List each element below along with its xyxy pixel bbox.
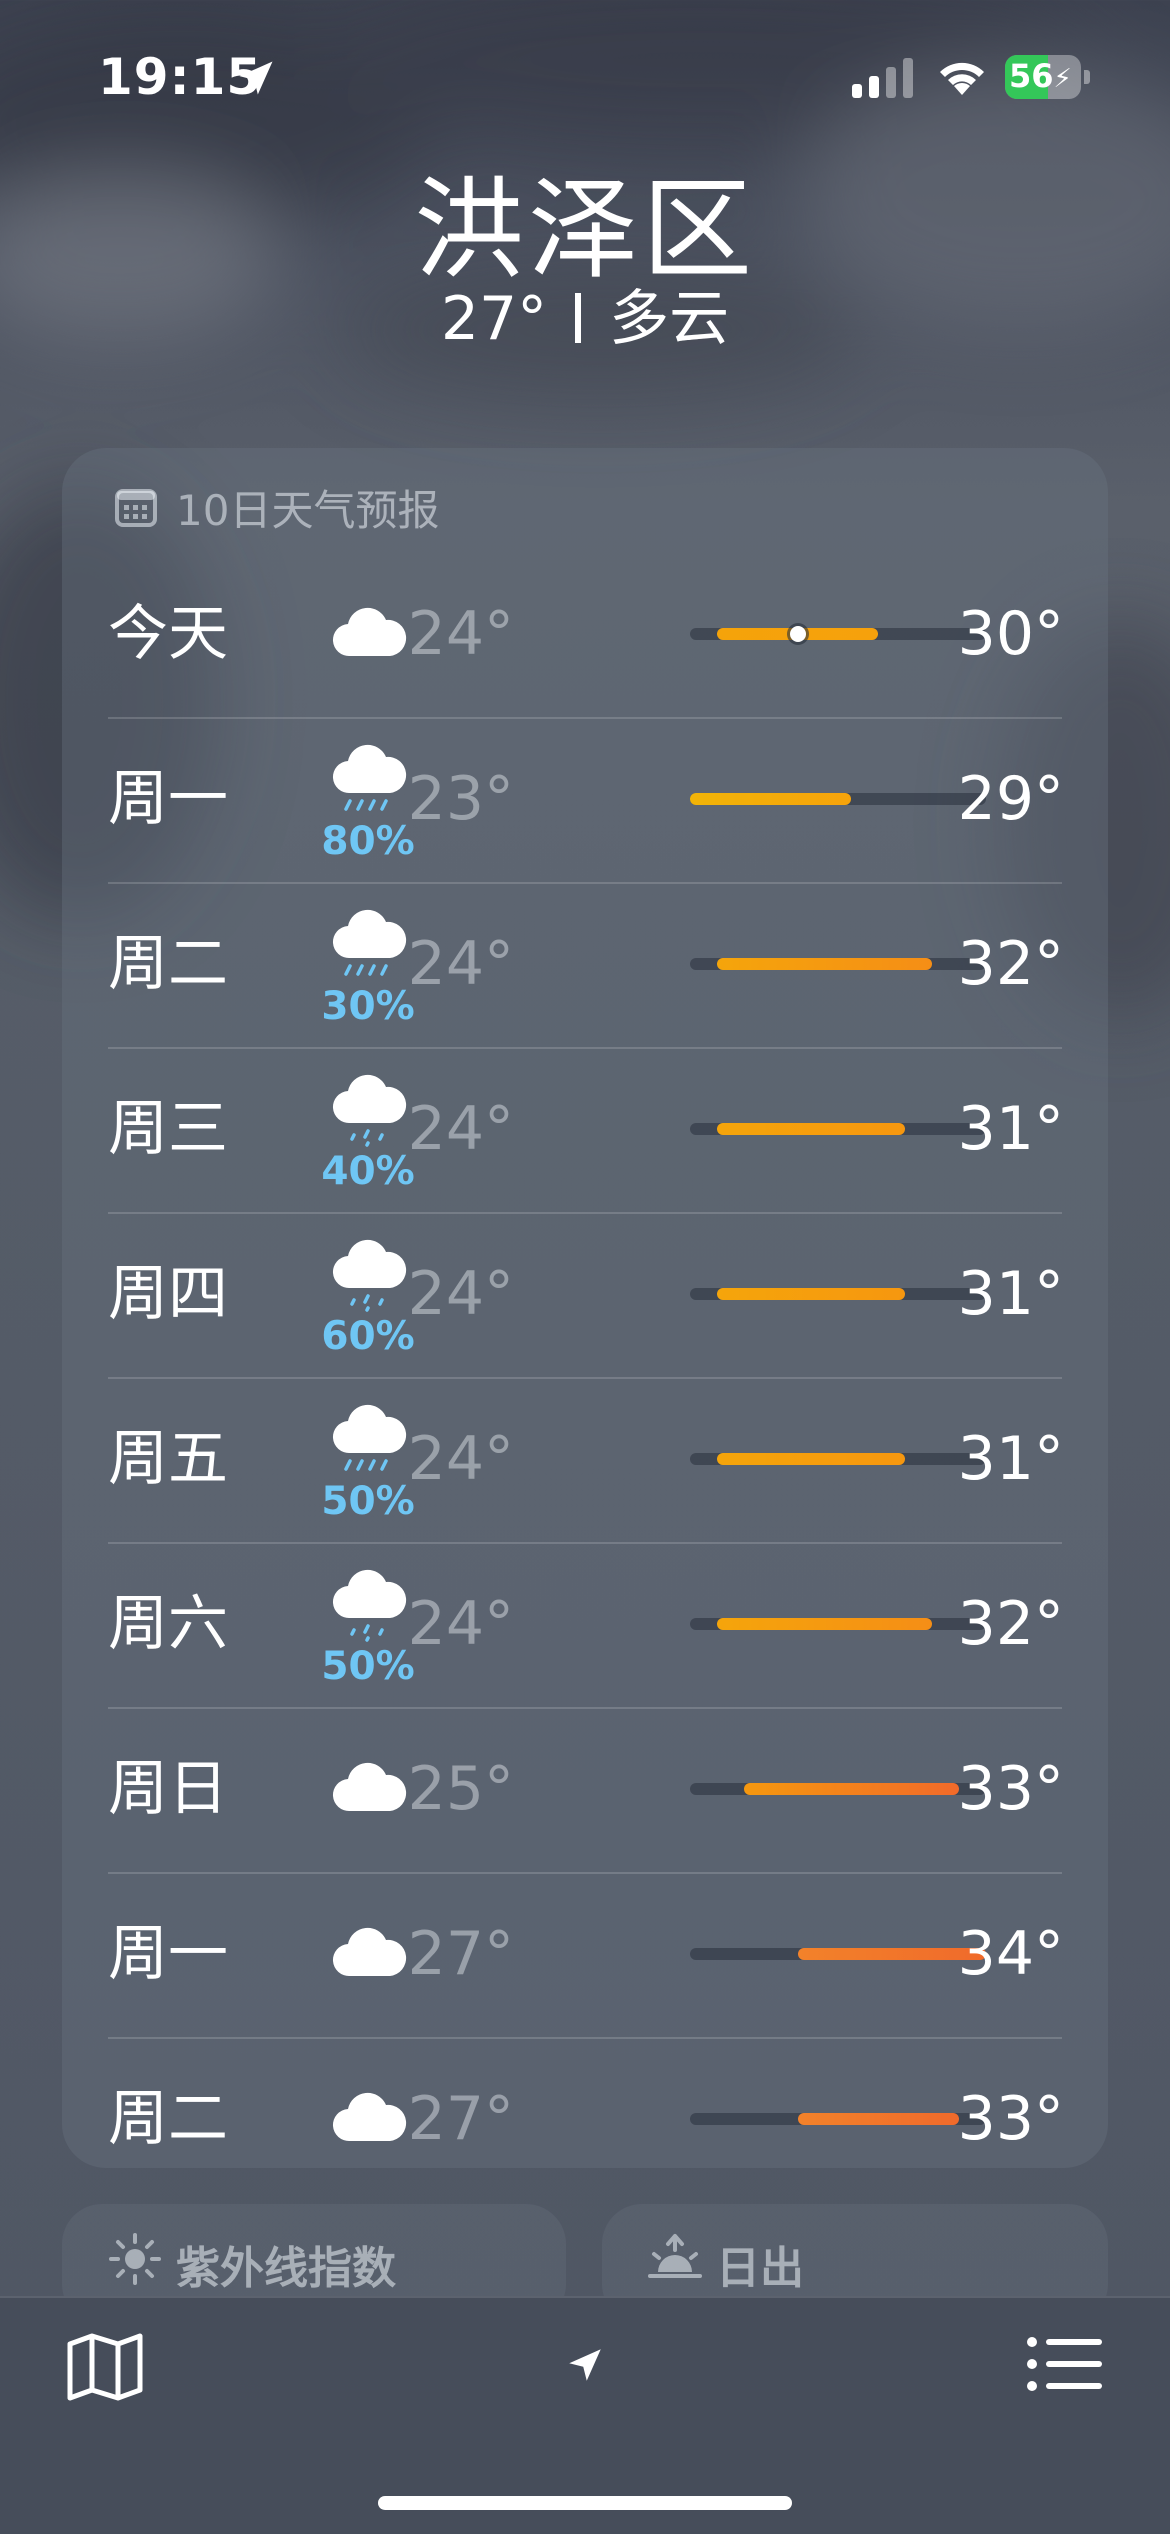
charging-bolt-icon: ⚡: [1053, 64, 1072, 94]
high-temperature: 31°: [957, 1259, 1064, 1329]
battery-indicator: 56⚡: [1005, 55, 1090, 99]
low-temperature: 24°: [407, 1259, 514, 1329]
forecast-row[interactable]: 周一 80% 23° 29°: [108, 717, 1064, 882]
battery-body: 56⚡: [1005, 55, 1081, 99]
high-temperature: 30°: [957, 599, 1064, 669]
forecast-day: 周三: [108, 1094, 228, 1164]
ten-day-forecast-card[interactable]: 10日天气预报 今天 24° 30° 周一 80% 23° 29° 周二 30% 24° 32° 周三…: [62, 448, 1108, 2168]
temperature-range-track: [690, 1123, 986, 1135]
status-bar: 19:15 56⚡: [0, 0, 1170, 150]
row-divider: [108, 1707, 1062, 1709]
forecast-row[interactable]: 周二 27° 33°: [108, 2037, 1064, 2202]
low-temperature: 24°: [407, 1424, 514, 1494]
sunrise-label: 日出: [716, 2243, 804, 2294]
temperature-range-track: [690, 958, 986, 970]
temperature-range-bar: [743, 1783, 960, 1795]
forecast-day: 周二: [108, 929, 228, 999]
current-temperature: 27°: [440, 284, 548, 354]
sunrise-icon: [648, 2234, 702, 2278]
low-temperature: 23°: [407, 764, 514, 834]
temperature-range-bar: [716, 1288, 906, 1300]
high-temperature: 33°: [957, 2084, 1064, 2154]
low-temperature: 24°: [407, 1589, 514, 1659]
condition-text: 多云: [609, 284, 730, 354]
temperature-range-track: [690, 626, 986, 642]
temperature-range-track: [690, 2113, 986, 2125]
high-temperature: 31°: [957, 1094, 1064, 1164]
temperature-range-bar: [716, 1123, 906, 1135]
row-divider: [108, 882, 1062, 884]
row-divider: [108, 1872, 1062, 1874]
forecast-row[interactable]: 今天 24° 30°: [108, 552, 1064, 717]
high-temperature: 32°: [957, 1589, 1064, 1659]
row-divider: [108, 1212, 1062, 1214]
location-arrow-icon: [239, 61, 273, 95]
low-temperature: 25°: [407, 1754, 514, 1824]
forecast-row[interactable]: 周一 27° 34°: [108, 1872, 1064, 2037]
forecast-row[interactable]: 周日 25° 33°: [108, 1707, 1064, 1872]
temperature-range-bar: [716, 1453, 906, 1465]
forecast-day: 今天: [108, 599, 228, 669]
row-divider: [108, 1377, 1062, 1379]
home-indicator[interactable]: [378, 2496, 792, 2510]
high-temperature: 34°: [957, 1919, 1064, 1989]
forecast-row[interactable]: 周六 50% 24° 32°: [108, 1542, 1064, 1707]
forecast-row[interactable]: 周五 50% 24° 31°: [108, 1377, 1064, 1542]
forecast-day: 周一: [108, 1919, 228, 1989]
forecast-card-header: 10日天气预报: [114, 482, 439, 535]
forecast-day: 周日: [108, 1754, 228, 1824]
uv-index-label: 紫外线指数: [176, 2243, 396, 2294]
forecast-day: 周四: [108, 1259, 228, 1329]
temperature-range-bar: [716, 958, 933, 970]
forecast-day: 周六: [108, 1589, 228, 1659]
forecast-card-title: 10日天气预报: [176, 485, 440, 535]
low-temperature: 24°: [407, 599, 514, 669]
temperature-range-bar: [690, 793, 852, 805]
high-temperature: 33°: [957, 1754, 1064, 1824]
forecast-row[interactable]: 周四 60% 24° 31°: [108, 1212, 1064, 1377]
list-icon[interactable]: [1026, 2334, 1102, 2394]
low-temperature: 27°: [407, 1919, 514, 1989]
row-divider: [108, 2037, 1062, 2039]
temperature-range-track: [690, 1288, 986, 1300]
temperature-range-track: [690, 1618, 986, 1630]
high-temperature: 32°: [957, 929, 1064, 999]
forecast-day: 周五: [108, 1424, 228, 1494]
high-temperature: 31°: [957, 1424, 1064, 1494]
battery-percent: 56⚡: [1009, 57, 1072, 95]
low-temperature: 24°: [407, 1094, 514, 1164]
current-temperature-dot: [789, 626, 806, 642]
row-divider: [108, 1047, 1062, 1049]
low-temperature: 27°: [407, 2084, 514, 2154]
high-temperature: 29°: [957, 764, 1064, 834]
battery-tip: [1084, 70, 1090, 84]
current-location-icon[interactable]: [564, 2344, 606, 2386]
row-divider: [108, 717, 1062, 719]
forecast-day: 周一: [108, 764, 228, 834]
forecast-row[interactable]: 周二 30% 24° 32°: [108, 882, 1064, 1047]
wifi-icon: [940, 62, 984, 95]
current-conditions: 27° 多云: [0, 270, 1170, 357]
cellular-signal-icon: [852, 58, 913, 98]
forecast-row[interactable]: 周三 40% 24° 31°: [108, 1047, 1064, 1212]
temperature-range-bar: [797, 2113, 960, 2125]
forecast-day: 周二: [108, 2084, 228, 2154]
row-divider: [108, 1542, 1062, 1544]
map-icon[interactable]: [66, 2332, 144, 2402]
sun-icon: [109, 2233, 161, 2285]
temperature-range-track: [690, 1783, 986, 1795]
temperature-range-track: [690, 1948, 986, 1960]
calendar-icon: [115, 489, 157, 527]
temperature-range-track: [690, 793, 986, 805]
separator: [575, 293, 582, 343]
low-temperature: 24°: [407, 929, 514, 999]
temperature-range-bar: [716, 1618, 933, 1630]
temperature-range-track: [690, 1453, 986, 1465]
